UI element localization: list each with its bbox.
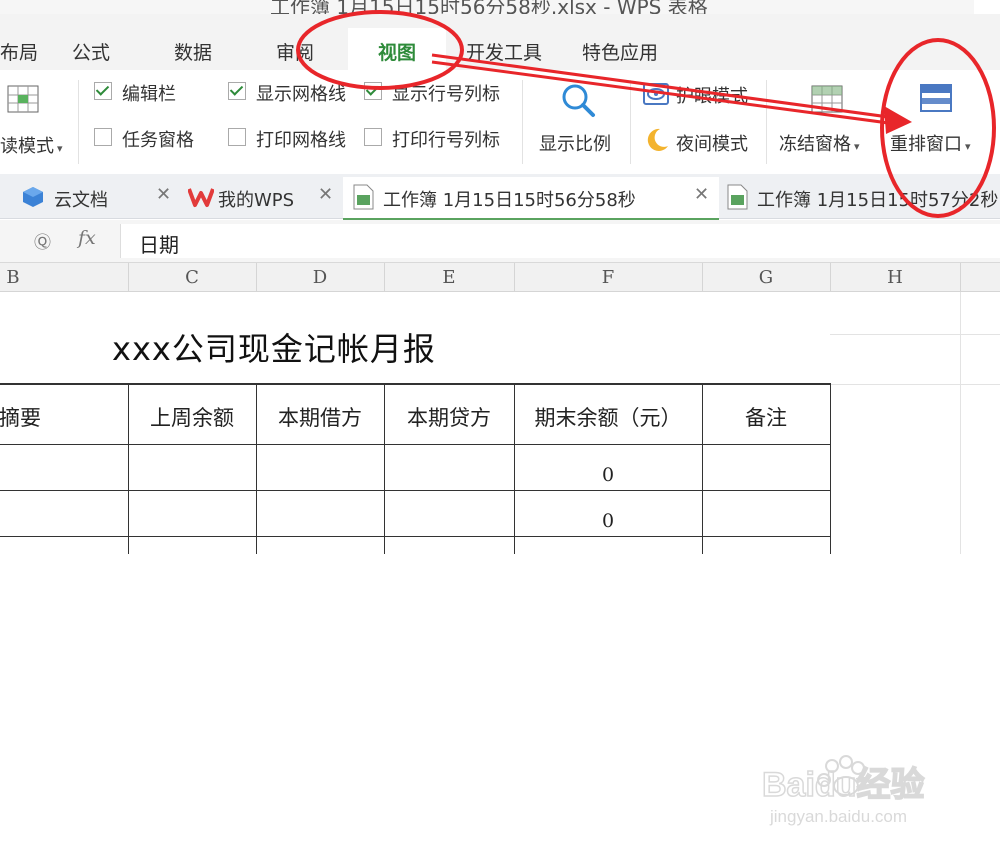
baidu-watermark: Baidu经验 jingyan.baidu.com [760, 752, 1000, 846]
watermark-url: jingyan.baidu.com [769, 807, 907, 826]
annotation-ellipse-view-tab [296, 10, 464, 90]
watermark-brand: Baidu经验 [762, 765, 924, 804]
annotation-arrowhead [884, 106, 912, 134]
annotation-overlay [296, 10, 996, 218]
annotation-arrow-line [431, 53, 897, 120]
annotation-arrow-line [431, 60, 897, 126]
